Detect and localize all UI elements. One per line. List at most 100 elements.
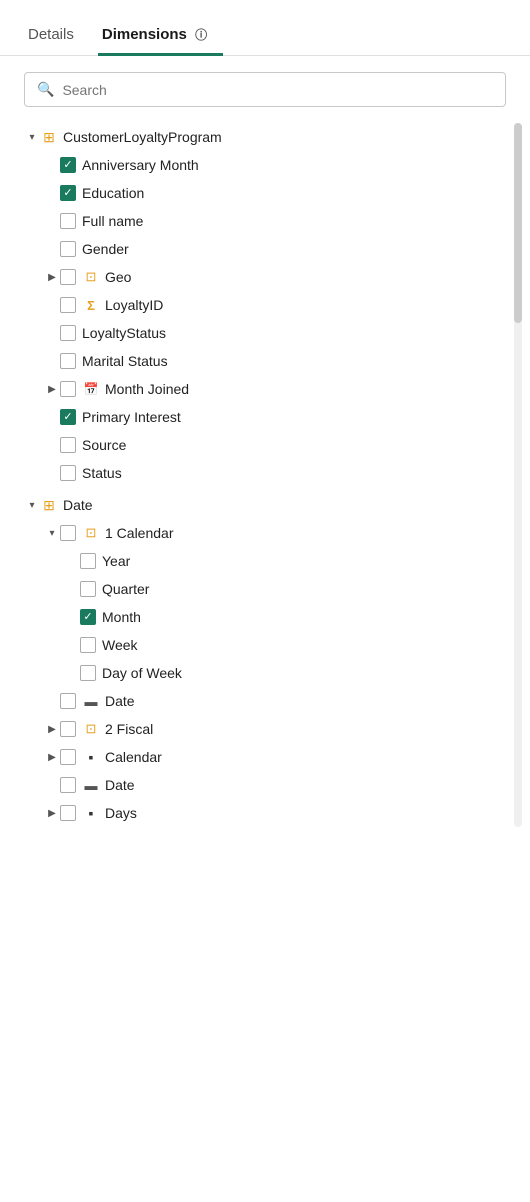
group-2-fiscal[interactable]: ▶ 2 Fiscal	[12, 715, 518, 743]
checkbox-month[interactable]	[80, 609, 96, 625]
checkbox-loyalty-id[interactable]	[60, 297, 76, 313]
label-quarter: Quarter	[102, 581, 514, 597]
checkbox-days[interactable]	[60, 805, 76, 821]
checkbox-calendar[interactable]	[60, 749, 76, 765]
search-input[interactable]	[62, 82, 493, 98]
tab-dimensions[interactable]: Dimensions ⓘ	[98, 16, 223, 56]
list-item-day-of-week[interactable]: Day of Week	[12, 659, 518, 687]
group-calendar[interactable]: ▶ ▪ Calendar	[12, 743, 518, 771]
list-item-full-name[interactable]: Full name	[12, 207, 518, 235]
label-month-joined: Month Joined	[105, 381, 514, 397]
scrollbar-thumb[interactable]	[514, 123, 522, 323]
list-item-date-field-1[interactable]: ▬ Date	[12, 687, 518, 715]
checkbox-day-of-week[interactable]	[80, 665, 96, 681]
label-loyalty-status: LoyaltyStatus	[82, 325, 514, 341]
label-day-of-week: Day of Week	[102, 665, 514, 681]
dimensions-tree: ▾ CustomerLoyaltyProgram Anniversary Mon…	[0, 123, 530, 827]
card-icon-date-2: ▬	[82, 777, 100, 793]
chevron-customer-loyalty-program[interactable]: ▾	[24, 129, 40, 145]
checkbox-anniversary-month[interactable]	[60, 157, 76, 173]
list-item-month[interactable]: Month	[12, 603, 518, 631]
calendar-icon-month-joined: 📅	[82, 381, 100, 397]
checkbox-2-fiscal[interactable]	[60, 721, 76, 737]
list-item-education[interactable]: Education	[12, 179, 518, 207]
list-item-primary-interest[interactable]: Primary Interest	[12, 403, 518, 431]
chevron-days[interactable]: ▶	[44, 805, 60, 821]
table-icon-date	[40, 497, 58, 513]
hierarchy-icon-2-fiscal	[82, 721, 100, 737]
group-1-calendar[interactable]: ▾ 1 Calendar	[12, 519, 518, 547]
list-item-year[interactable]: Year	[12, 547, 518, 575]
list-item-source[interactable]: Source	[12, 431, 518, 459]
chevron-2-fiscal[interactable]: ▶	[44, 721, 60, 737]
list-item-quarter[interactable]: Quarter	[12, 575, 518, 603]
checkbox-month-joined[interactable]	[60, 381, 76, 397]
tab-bar: Details Dimensions ⓘ	[0, 16, 530, 56]
checkbox-year[interactable]	[80, 553, 96, 569]
checkbox-gender[interactable]	[60, 241, 76, 257]
sigma-icon-loyalty-id	[82, 297, 100, 313]
hierarchy-icon-geo	[82, 269, 100, 285]
checkbox-status[interactable]	[60, 465, 76, 481]
scrollbar-track[interactable]	[514, 123, 522, 827]
label-week: Week	[102, 637, 514, 653]
label-source: Source	[82, 437, 514, 453]
list-item-gender[interactable]: Gender	[12, 235, 518, 263]
checkbox-education[interactable]	[60, 185, 76, 201]
list-item-geo[interactable]: ▶ Geo	[12, 263, 518, 291]
group-label-date: Date	[63, 497, 514, 513]
group-days[interactable]: ▶ ▪ Days	[12, 799, 518, 827]
checkbox-date-field-1[interactable]	[60, 693, 76, 709]
checkbox-geo[interactable]	[60, 269, 76, 285]
label-primary-interest: Primary Interest	[82, 409, 514, 425]
list-item-marital-status[interactable]: Marital Status	[12, 347, 518, 375]
label-gender: Gender	[82, 241, 514, 257]
card-icon-date-1: ▬	[82, 693, 100, 709]
list-item-date-field-2[interactable]: ▬ Date	[12, 771, 518, 799]
label-full-name: Full name	[82, 213, 514, 229]
checkbox-loyalty-status[interactable]	[60, 325, 76, 341]
group-label-customer: CustomerLoyaltyProgram	[63, 129, 514, 145]
label-month: Month	[102, 609, 514, 625]
group-customer-loyalty-program[interactable]: ▾ CustomerLoyaltyProgram	[12, 123, 518, 151]
checkbox-primary-interest[interactable]	[60, 409, 76, 425]
checkbox-week[interactable]	[80, 637, 96, 653]
search-box: 🔍	[24, 72, 506, 107]
chevron-1-calendar[interactable]: ▾	[44, 525, 60, 541]
label-days-group: Days	[105, 805, 514, 821]
label-geo: Geo	[105, 269, 514, 285]
search-icon: 🔍	[37, 81, 54, 98]
checkbox-full-name[interactable]	[60, 213, 76, 229]
label-date-field-2: Date	[105, 777, 514, 793]
label-status: Status	[82, 465, 514, 481]
info-icon: ⓘ	[195, 28, 207, 42]
folder-icon-calendar: ▪	[82, 749, 100, 765]
label-loyalty-id: LoyaltyID	[105, 297, 514, 313]
folder-icon-days: ▪	[82, 805, 100, 821]
label-marital-status: Marital Status	[82, 353, 514, 369]
chevron-geo[interactable]: ▶	[44, 269, 60, 285]
list-item-loyalty-status[interactable]: LoyaltyStatus	[12, 319, 518, 347]
checkbox-date-field-2[interactable]	[60, 777, 76, 793]
label-anniversary-month: Anniversary Month	[82, 157, 514, 173]
list-item-status[interactable]: Status	[12, 459, 518, 487]
list-item-loyalty-id[interactable]: LoyaltyID	[12, 291, 518, 319]
label-education: Education	[82, 185, 514, 201]
hierarchy-icon-1-calendar	[82, 525, 100, 541]
list-item-anniversary-month[interactable]: Anniversary Month	[12, 151, 518, 179]
tab-details[interactable]: Details	[24, 16, 90, 56]
checkbox-source[interactable]	[60, 437, 76, 453]
table-icon-customer	[40, 129, 58, 145]
checkbox-quarter[interactable]	[80, 581, 96, 597]
group-date[interactable]: ▾ Date	[12, 491, 518, 519]
chevron-calendar[interactable]: ▶	[44, 749, 60, 765]
label-date-field-1: Date	[105, 693, 514, 709]
list-item-week[interactable]: Week	[12, 631, 518, 659]
checkbox-marital-status[interactable]	[60, 353, 76, 369]
chevron-month-joined[interactable]: ▶	[44, 381, 60, 397]
list-item-month-joined[interactable]: ▶ 📅 Month Joined	[12, 375, 518, 403]
checkbox-1-calendar[interactable]	[60, 525, 76, 541]
chevron-date[interactable]: ▾	[24, 497, 40, 513]
label-year: Year	[102, 553, 514, 569]
label-2-fiscal: 2 Fiscal	[105, 721, 514, 737]
